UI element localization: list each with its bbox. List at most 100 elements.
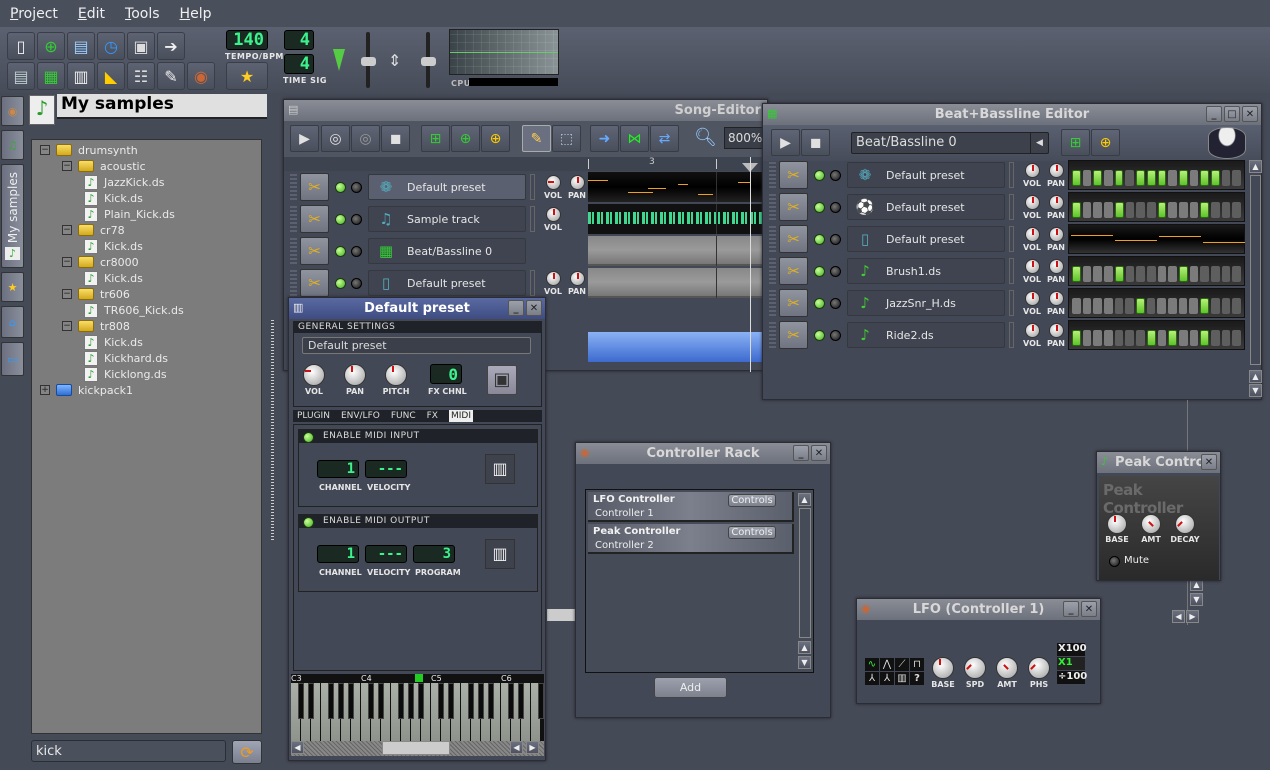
bb-play-button[interactable]: ▶ [771, 129, 800, 156]
step-button[interactable] [1232, 202, 1242, 218]
bb-editor-toggle[interactable]: ▦ [37, 62, 65, 90]
wave-saw-button[interactable]: ⟋ [895, 658, 909, 671]
pan-knob[interactable] [344, 364, 366, 386]
vol-knob[interactable] [1024, 322, 1040, 338]
new-project-button[interactable]: ▯ [7, 32, 35, 60]
step-button[interactable] [1200, 266, 1209, 282]
lfo-base-knob[interactable] [932, 657, 954, 679]
vol-knob[interactable] [1024, 162, 1040, 178]
step-button[interactable] [1125, 170, 1135, 186]
collapse-icon[interactable]: − [62, 321, 72, 331]
step-button[interactable] [1189, 202, 1199, 218]
step-button[interactable] [1210, 170, 1220, 186]
step-button[interactable] [1146, 298, 1156, 314]
controller-rack-titlebar[interactable]: ◉ Controller Rack _ ✕ [576, 443, 830, 464]
step-button[interactable] [1200, 170, 1209, 186]
scroll-up-button-2[interactable]: ▲ [1249, 370, 1262, 383]
collapse-icon[interactable]: − [62, 161, 72, 171]
vol-knob[interactable] [545, 206, 561, 222]
black-key[interactable] [518, 683, 524, 719]
oscilloscope[interactable] [449, 29, 559, 75]
file-item[interactable]: ♪ Plain_Kick.ds [84, 206, 175, 222]
instrument-titlebar[interactable]: ▥ Default preset _ ✕ [289, 298, 545, 319]
mute-toggle[interactable] [335, 181, 346, 193]
solo-toggle[interactable] [830, 265, 841, 277]
step-button[interactable] [1189, 170, 1199, 186]
step-button[interactable] [1178, 170, 1188, 186]
controller-item[interactable]: LFO Controller Controller 1 Controls [588, 492, 794, 522]
lfo-titlebar[interactable]: ◉ LFO (Controller 1) _ ✕ [857, 599, 1100, 620]
lfo-speed-knob[interactable] [964, 657, 986, 679]
step-button[interactable] [1082, 202, 1092, 218]
track-settings-button[interactable]: ✂ [300, 269, 329, 297]
refresh-button[interactable]: ⟳ [232, 740, 262, 764]
step-button[interactable] [1168, 298, 1177, 314]
midi-output-velocity[interactable]: --- [365, 545, 407, 563]
song-lane[interactable] [588, 268, 769, 298]
step-button[interactable] [1125, 266, 1135, 282]
mute-toggle[interactable] [814, 297, 825, 309]
track-settings-button[interactable]: ✂ [300, 205, 329, 233]
step-button[interactable] [1232, 170, 1241, 186]
wave-user-button[interactable]: ? [910, 672, 924, 685]
step-button[interactable] [1072, 266, 1081, 282]
track-settings-button[interactable]: ✂ [779, 225, 808, 253]
menu-project[interactable]: Project [10, 6, 58, 22]
step-button[interactable] [1189, 298, 1199, 314]
step-button[interactable] [1093, 202, 1103, 218]
pan-knob[interactable] [1048, 226, 1064, 242]
track-settings-button[interactable]: ✂ [779, 257, 808, 285]
black-key[interactable] [468, 683, 474, 719]
track-name-button[interactable]: ▦ Beat/Bassline 0 [368, 238, 526, 264]
step-button[interactable] [1168, 266, 1177, 282]
step-button[interactable] [1072, 330, 1081, 346]
step-button[interactable] [1221, 298, 1231, 314]
mute-toggle[interactable] [814, 233, 825, 245]
menu-edit[interactable]: Edit [78, 6, 105, 22]
new-from-template-button[interactable]: ⊕ [37, 32, 65, 60]
step-button[interactable] [1114, 170, 1124, 186]
mute-toggle[interactable] [335, 213, 346, 225]
black-key[interactable] [418, 683, 424, 719]
track-settings-button[interactable]: ✂ [779, 193, 808, 221]
track-name-button[interactable]: ⚽ Default preset [847, 194, 1005, 220]
file-item[interactable]: ♪ Kicklong.ds [84, 366, 167, 382]
bb-pattern[interactable] [1068, 192, 1245, 222]
step-button[interactable] [1157, 202, 1167, 218]
step-button[interactable] [1189, 266, 1199, 282]
bb-stop-button[interactable]: ◼ [801, 129, 830, 156]
step-button[interactable] [1146, 266, 1156, 282]
solo-toggle[interactable] [830, 201, 841, 213]
project-notes-toggle[interactable]: ✎ [157, 62, 185, 90]
tab-plugin[interactable]: PLUGIN [297, 410, 330, 422]
step-button[interactable] [1146, 170, 1156, 186]
file-item[interactable]: ♪ Kick.ds [84, 238, 143, 254]
track-settings-button[interactable]: ✂ [779, 161, 808, 189]
track-grip[interactable] [290, 238, 297, 264]
step-button[interactable] [1125, 330, 1135, 346]
black-key[interactable] [508, 683, 514, 719]
pan-knob[interactable] [569, 270, 585, 286]
timesig-numerator[interactable]: 4 [284, 30, 314, 50]
solo-toggle[interactable] [830, 329, 841, 341]
step-button[interactable] [1104, 266, 1113, 282]
step-button[interactable] [1136, 266, 1145, 282]
file-item[interactable]: ♪ Kickhard.ds [84, 350, 168, 366]
track-grip[interactable] [769, 162, 776, 188]
black-key[interactable] [398, 683, 404, 719]
piano-scroll-left-2[interactable]: ◀ [510, 741, 523, 754]
step-button[interactable] [1136, 202, 1145, 218]
master-pitch-handle[interactable] [421, 57, 436, 66]
add-automation-button[interactable]: ⊕ [1091, 129, 1120, 156]
master-volume-handle[interactable] [361, 57, 376, 66]
black-key[interactable] [488, 683, 494, 719]
pan-knob[interactable] [1048, 194, 1064, 210]
file-item[interactable]: ♪ Kick.ds [84, 190, 143, 206]
black-key[interactable] [328, 683, 334, 719]
tab-my-projects[interactable]: ♫ [1, 130, 24, 160]
save-preset-button[interactable]: ▣ [487, 365, 517, 395]
track-grip[interactable] [769, 322, 776, 348]
rack-scroll-up-2[interactable]: ▲ [798, 641, 811, 654]
solo-toggle[interactable] [830, 297, 841, 309]
step-button[interactable] [1072, 202, 1081, 218]
